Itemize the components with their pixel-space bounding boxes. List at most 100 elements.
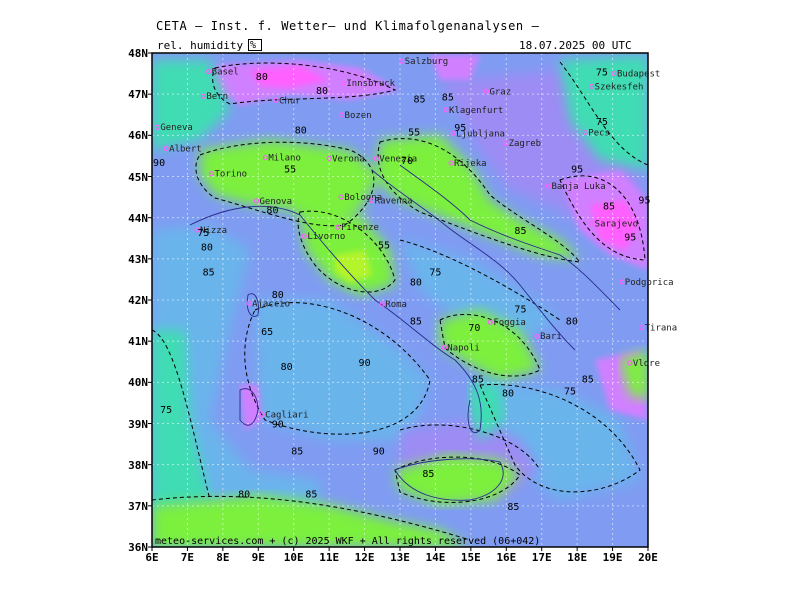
city-marker: Torino: [208, 170, 247, 180]
city-marker: Budapest: [611, 70, 660, 80]
city-marker: Albert: [163, 145, 202, 155]
city-marker: Chur: [273, 96, 301, 106]
lon-tick-label: 16E: [496, 551, 517, 564]
header-title: CETA — Inst. f. Wetter— und Klimafolgena…: [156, 19, 540, 33]
city-name: Zagreb: [509, 139, 542, 149]
lon-tick-label: 8E: [216, 551, 230, 564]
contour-value-label: 80: [566, 317, 578, 328]
contour-value-label: 65: [261, 327, 273, 338]
city-name: Budapest: [617, 70, 660, 80]
city-marker: Podgorica: [619, 278, 674, 288]
contour-value-label: 85: [472, 374, 484, 385]
contour-value-label: 85: [442, 92, 454, 103]
contour-value-label: 85: [603, 201, 615, 212]
contour-value-label: 75: [564, 387, 576, 398]
city-name: Livorno: [307, 232, 345, 242]
city-name: Vlore: [633, 359, 660, 369]
lon-tick-label: 14E: [425, 551, 446, 564]
contour-value-label: 80: [272, 290, 284, 301]
city-name: Rijeka: [454, 159, 487, 169]
contour-value-label: 95: [571, 164, 583, 175]
lon-tick-label: 13E: [390, 551, 410, 564]
city-name: Bozen: [345, 111, 372, 121]
contour-value-label: 85: [422, 469, 434, 480]
city-name: Banja Luka: [551, 182, 605, 192]
city-marker: Geneva: [154, 123, 193, 133]
contour-value-label: 75: [429, 267, 441, 278]
city-name: Firenze: [341, 223, 379, 233]
contour-value-label: 70: [401, 156, 413, 167]
contour-value-label: 90: [359, 358, 371, 369]
city-marker: Ravenna: [369, 196, 413, 206]
contour-value-label: 80: [201, 243, 213, 254]
contour-value-label: 85: [514, 226, 526, 237]
lon-tick-label: 10E: [283, 551, 304, 564]
contour-value-label: 95: [638, 195, 650, 206]
city-name: Geneva: [160, 123, 193, 133]
city-marker: Milano: [262, 154, 301, 164]
lat-tick-label: 47N: [128, 88, 148, 102]
lon-tick-label: 18E: [567, 551, 588, 564]
contour-value-label: 75: [160, 405, 172, 416]
lon-tick-label: 9E: [251, 551, 265, 564]
lon-tick-label: 12E: [354, 551, 375, 564]
city-name: Bern: [206, 92, 228, 102]
lon-tick-label: 20E: [638, 551, 658, 564]
city-marker: Szekesfeh: [589, 82, 644, 92]
city-marker: Zagreb: [502, 139, 542, 149]
city-name: Verona: [332, 154, 365, 164]
city-name: Szekesfeh: [595, 82, 644, 92]
contour-value-label: 75: [596, 68, 608, 79]
contour-value-label: 55: [408, 127, 420, 138]
city-marker: Basel: [206, 68, 239, 78]
city-name: Foggia: [493, 318, 526, 328]
city-name: Pecs: [588, 128, 610, 138]
lat-tick-label: 38N: [128, 458, 148, 472]
city-name: Milano: [268, 154, 301, 164]
contour-value-label: 85: [410, 317, 422, 328]
lat-tick-label: 41N: [128, 335, 148, 349]
contour-value-label: 55: [378, 241, 390, 252]
contour-value-label: 85: [305, 490, 317, 501]
contour-value-label: 90: [153, 158, 165, 169]
city-name: Klagenfurt: [449, 106, 503, 116]
city-marker: Foggia: [487, 318, 526, 328]
contour-value-label: 75: [197, 228, 209, 239]
city-name: Tirana: [645, 324, 678, 334]
lon-tick-label: 19E: [602, 551, 623, 564]
contour-value-label: 85: [507, 502, 519, 513]
city-marker: Bozen: [338, 111, 372, 121]
contour-value-label: 80: [502, 389, 514, 400]
contour-value-label: 80: [295, 125, 307, 136]
contour-value-label: 80: [281, 362, 293, 373]
lon-tick-label: 15E: [460, 551, 481, 564]
city-name: Sarajevo: [595, 219, 638, 229]
city-name: Albert: [169, 145, 202, 155]
city-marker: Rijeka: [448, 159, 487, 169]
city-marker: Sarajevo: [589, 219, 638, 229]
city-name: Basel: [212, 68, 239, 78]
contour-value-label: 80: [266, 206, 278, 217]
city-name: Graz: [489, 87, 511, 97]
lon-tick-label: 7E: [180, 551, 195, 564]
contour-value-label: 55: [284, 164, 296, 175]
city-name: Bari: [540, 332, 562, 342]
city-name: Ravenna: [375, 196, 413, 206]
contour-value-label: 80: [238, 490, 250, 501]
contour-value-label: 95: [454, 123, 466, 134]
lat-tick-label: 37N: [128, 499, 148, 513]
city-marker: Klagenfurt: [443, 106, 503, 116]
city-marker: Verona: [326, 154, 365, 164]
contour-value-label: 80: [316, 86, 328, 97]
contour-value-label: 70: [468, 323, 480, 334]
city-name: Napoli: [447, 343, 480, 353]
lat-tick-label: 43N: [128, 252, 148, 266]
contour-value-label: 75: [596, 117, 608, 128]
lon-tick-label: 11E: [319, 551, 340, 564]
lat-tick-label: 40N: [128, 376, 148, 390]
city-name: Roma: [385, 300, 407, 310]
lat-tick-label: 45N: [128, 170, 148, 184]
lon-tick-label: 17E: [531, 551, 552, 564]
city-name: Salzburg: [405, 57, 448, 67]
contour-value-label: 95: [624, 232, 636, 243]
